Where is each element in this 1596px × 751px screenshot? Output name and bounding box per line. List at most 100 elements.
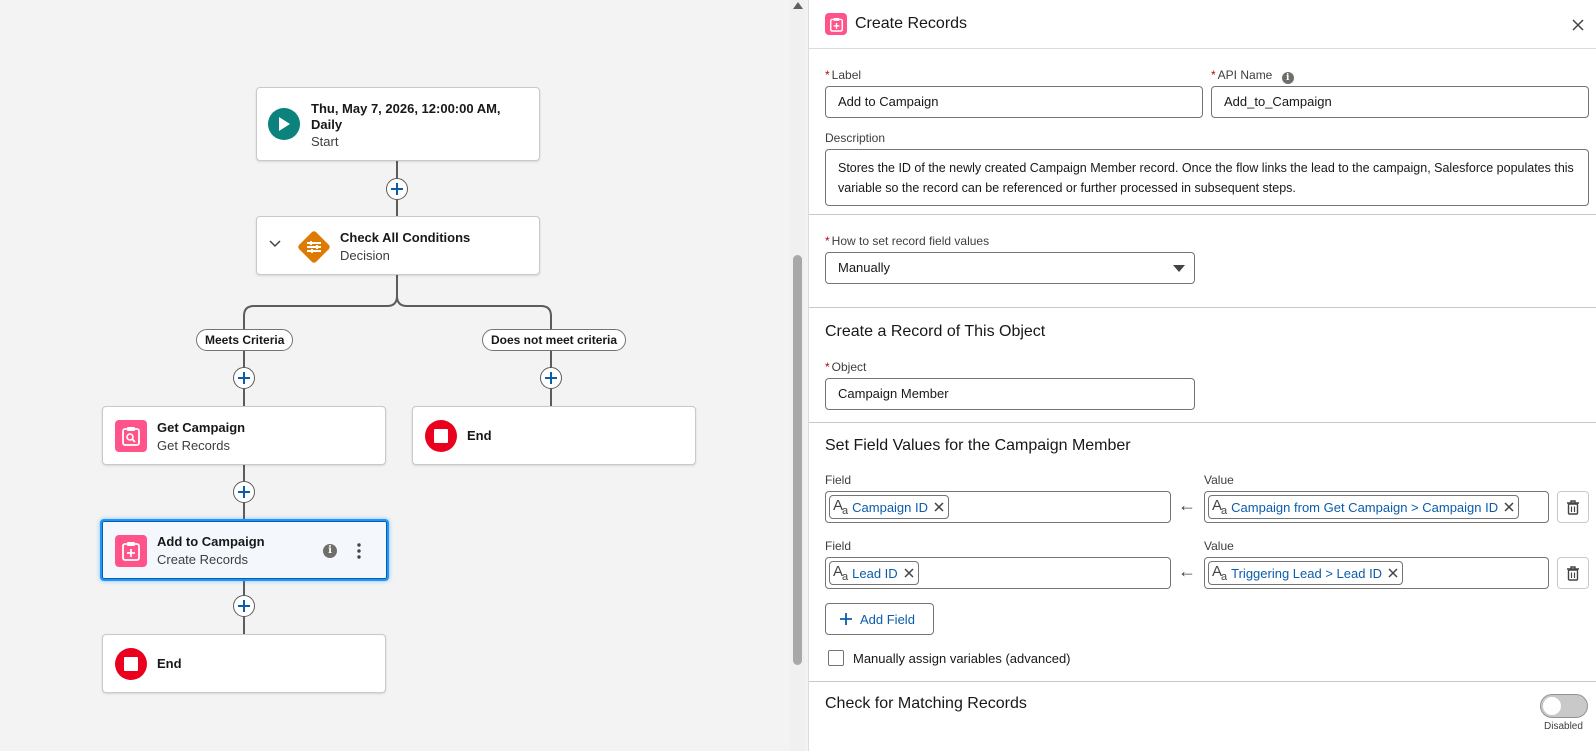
chevron-down-icon[interactable] [269,240,281,248]
add-to-campaign-title: Add to Campaign [157,534,265,549]
get-campaign-subtitle: Get Records [157,438,230,453]
info-icon[interactable]: i [323,544,337,558]
api-name-input[interactable]: Add_to_Campaign [1211,86,1589,118]
toggle-status-label: Disabled [1544,721,1583,732]
value-chip-label: Triggering Lead > Lead ID [1231,565,1383,581]
decision-icon [295,228,333,266]
get-campaign-title: Get Campaign [157,420,246,435]
close-icon[interactable] [1569,16,1587,34]
add-element-button[interactable] [386,178,408,200]
decision-title: Check All Conditions [340,230,471,245]
start-node[interactable]: Thu, May 7, 2026, 12:00:00 AM, Daily Sta… [256,87,540,161]
add-element-button[interactable] [233,367,255,389]
trash-icon [1567,565,1579,581]
delete-row-button[interactable] [1557,491,1589,523]
plus-icon [840,613,852,625]
scrollbar-thumb[interactable] [793,255,802,665]
start-subtitle: Start [311,134,339,149]
create-records-icon [115,535,147,567]
end-icon [425,420,457,452]
get-campaign-node[interactable]: Get Campaign Get Records [102,406,386,465]
create-records-icon [825,13,847,35]
add-field-button[interactable]: Add Field [825,603,934,635]
delete-row-button[interactable] [1557,557,1589,589]
arrow-left-icon: ← [1178,495,1196,515]
how-to-set-field-label: * How to set record field values [825,234,990,248]
how-to-set-select[interactable]: Manually [825,252,1195,284]
end-icon [115,648,147,680]
panel-scrollbar[interactable] [790,0,805,751]
value-label: Value [1204,473,1234,487]
close-icon[interactable] [1388,568,1398,578]
panel-title: Create Records [855,15,968,32]
api-name-field-label: * API Name i [1211,68,1294,84]
add-element-button[interactable] [233,481,255,503]
end-node-right[interactable]: End [412,406,696,465]
value-label: Value [1204,539,1234,553]
trash-icon [1567,499,1579,515]
manual-assign-label: Manually assign variables (advanced) [853,651,1071,666]
create-record-section-title: Create a Record of This Object [825,323,1046,340]
matching-records-title: Check for Matching Records [825,695,1027,712]
manual-assign-checkbox[interactable] [828,650,844,666]
end-bottom-title: End [157,656,182,671]
arrow-left-icon: ← [1178,561,1196,581]
plus-icon [391,183,403,195]
plus-icon [545,372,557,384]
properties-panel: Create Records * Label Add to Campaign * A… [808,0,1596,751]
field-chip: Aa Lead ID [829,561,919,585]
divider [809,307,1596,308]
branch-label-meets-criteria: Meets Criteria [196,329,294,351]
matching-records-toggle[interactable] [1540,694,1588,718]
add-to-campaign-subtitle: Create Records [157,552,249,567]
field-chip-label: Campaign ID [852,499,929,515]
object-input[interactable]: Campaign Member [825,378,1195,410]
description-textarea[interactable]: Stores the ID of the newly created Campa… [825,149,1589,206]
end-node-bottom[interactable]: End [102,634,386,693]
field-chip: Aa Campaign ID [829,495,950,519]
flow-canvas[interactable]: Thu, May 7, 2026, 12:00:00 AM, Daily Sta… [0,0,790,751]
scroll-up-arrow-icon[interactable] [793,2,803,9]
label-input[interactable]: Add to Campaign [825,86,1203,118]
start-title-line2: Daily [311,117,343,132]
field-picker[interactable]: Aa Lead ID [825,557,1171,589]
panel-header: Create Records [809,0,1596,49]
value-chip: Aa Triggering Lead > Lead ID [1208,561,1404,585]
info-icon[interactable]: i [1281,72,1294,84]
dropdown-arrow-icon[interactable] [1173,265,1185,272]
start-title-line1: Thu, May 7, 2026, 12:00:00 AM, [311,101,501,116]
divider [809,422,1596,423]
decision-subtitle: Decision [340,248,390,263]
field-chip-label: Lead ID [852,565,898,581]
close-icon[interactable] [904,568,914,578]
plus-icon [238,600,250,612]
close-icon[interactable] [1504,502,1514,512]
plus-icon [238,372,250,384]
add-to-campaign-node[interactable]: Add to Campaign Create Records i [100,519,389,581]
decision-node[interactable]: Check All Conditions Decision [256,216,540,275]
start-icon [268,108,300,140]
text-field-icon: Aa [833,497,848,517]
field-picker[interactable]: Aa Campaign ID [825,491,1171,523]
divider [809,681,1596,682]
add-field-label: Add Field [860,611,915,627]
field-label: Field [825,539,852,553]
description-field-label: Description [825,131,886,145]
set-field-values-section-title: Set Field Values for the Campaign Member [825,437,1131,454]
text-field-icon: Aa [833,563,848,583]
value-picker[interactable]: Aa Campaign from Get Campaign > Campaign… [1204,491,1549,523]
value-picker[interactable]: Aa Triggering Lead > Lead ID [1204,557,1549,589]
branch-label-not-meet-criteria: Does not meet criteria [482,329,627,351]
value-chip-label: Campaign from Get Campaign > Campaign ID [1231,499,1499,515]
add-element-button[interactable] [540,367,562,389]
object-field-label: * Object [825,360,867,374]
plus-icon [238,486,250,498]
close-icon[interactable] [934,502,944,512]
add-element-button[interactable] [233,595,255,617]
text-field-icon: Aa [1212,563,1227,583]
divider [809,214,1596,215]
text-field-icon: Aa [1212,497,1227,517]
get-records-icon [115,420,147,452]
field-label: Field [825,473,852,487]
more-actions-icon[interactable] [356,543,362,559]
